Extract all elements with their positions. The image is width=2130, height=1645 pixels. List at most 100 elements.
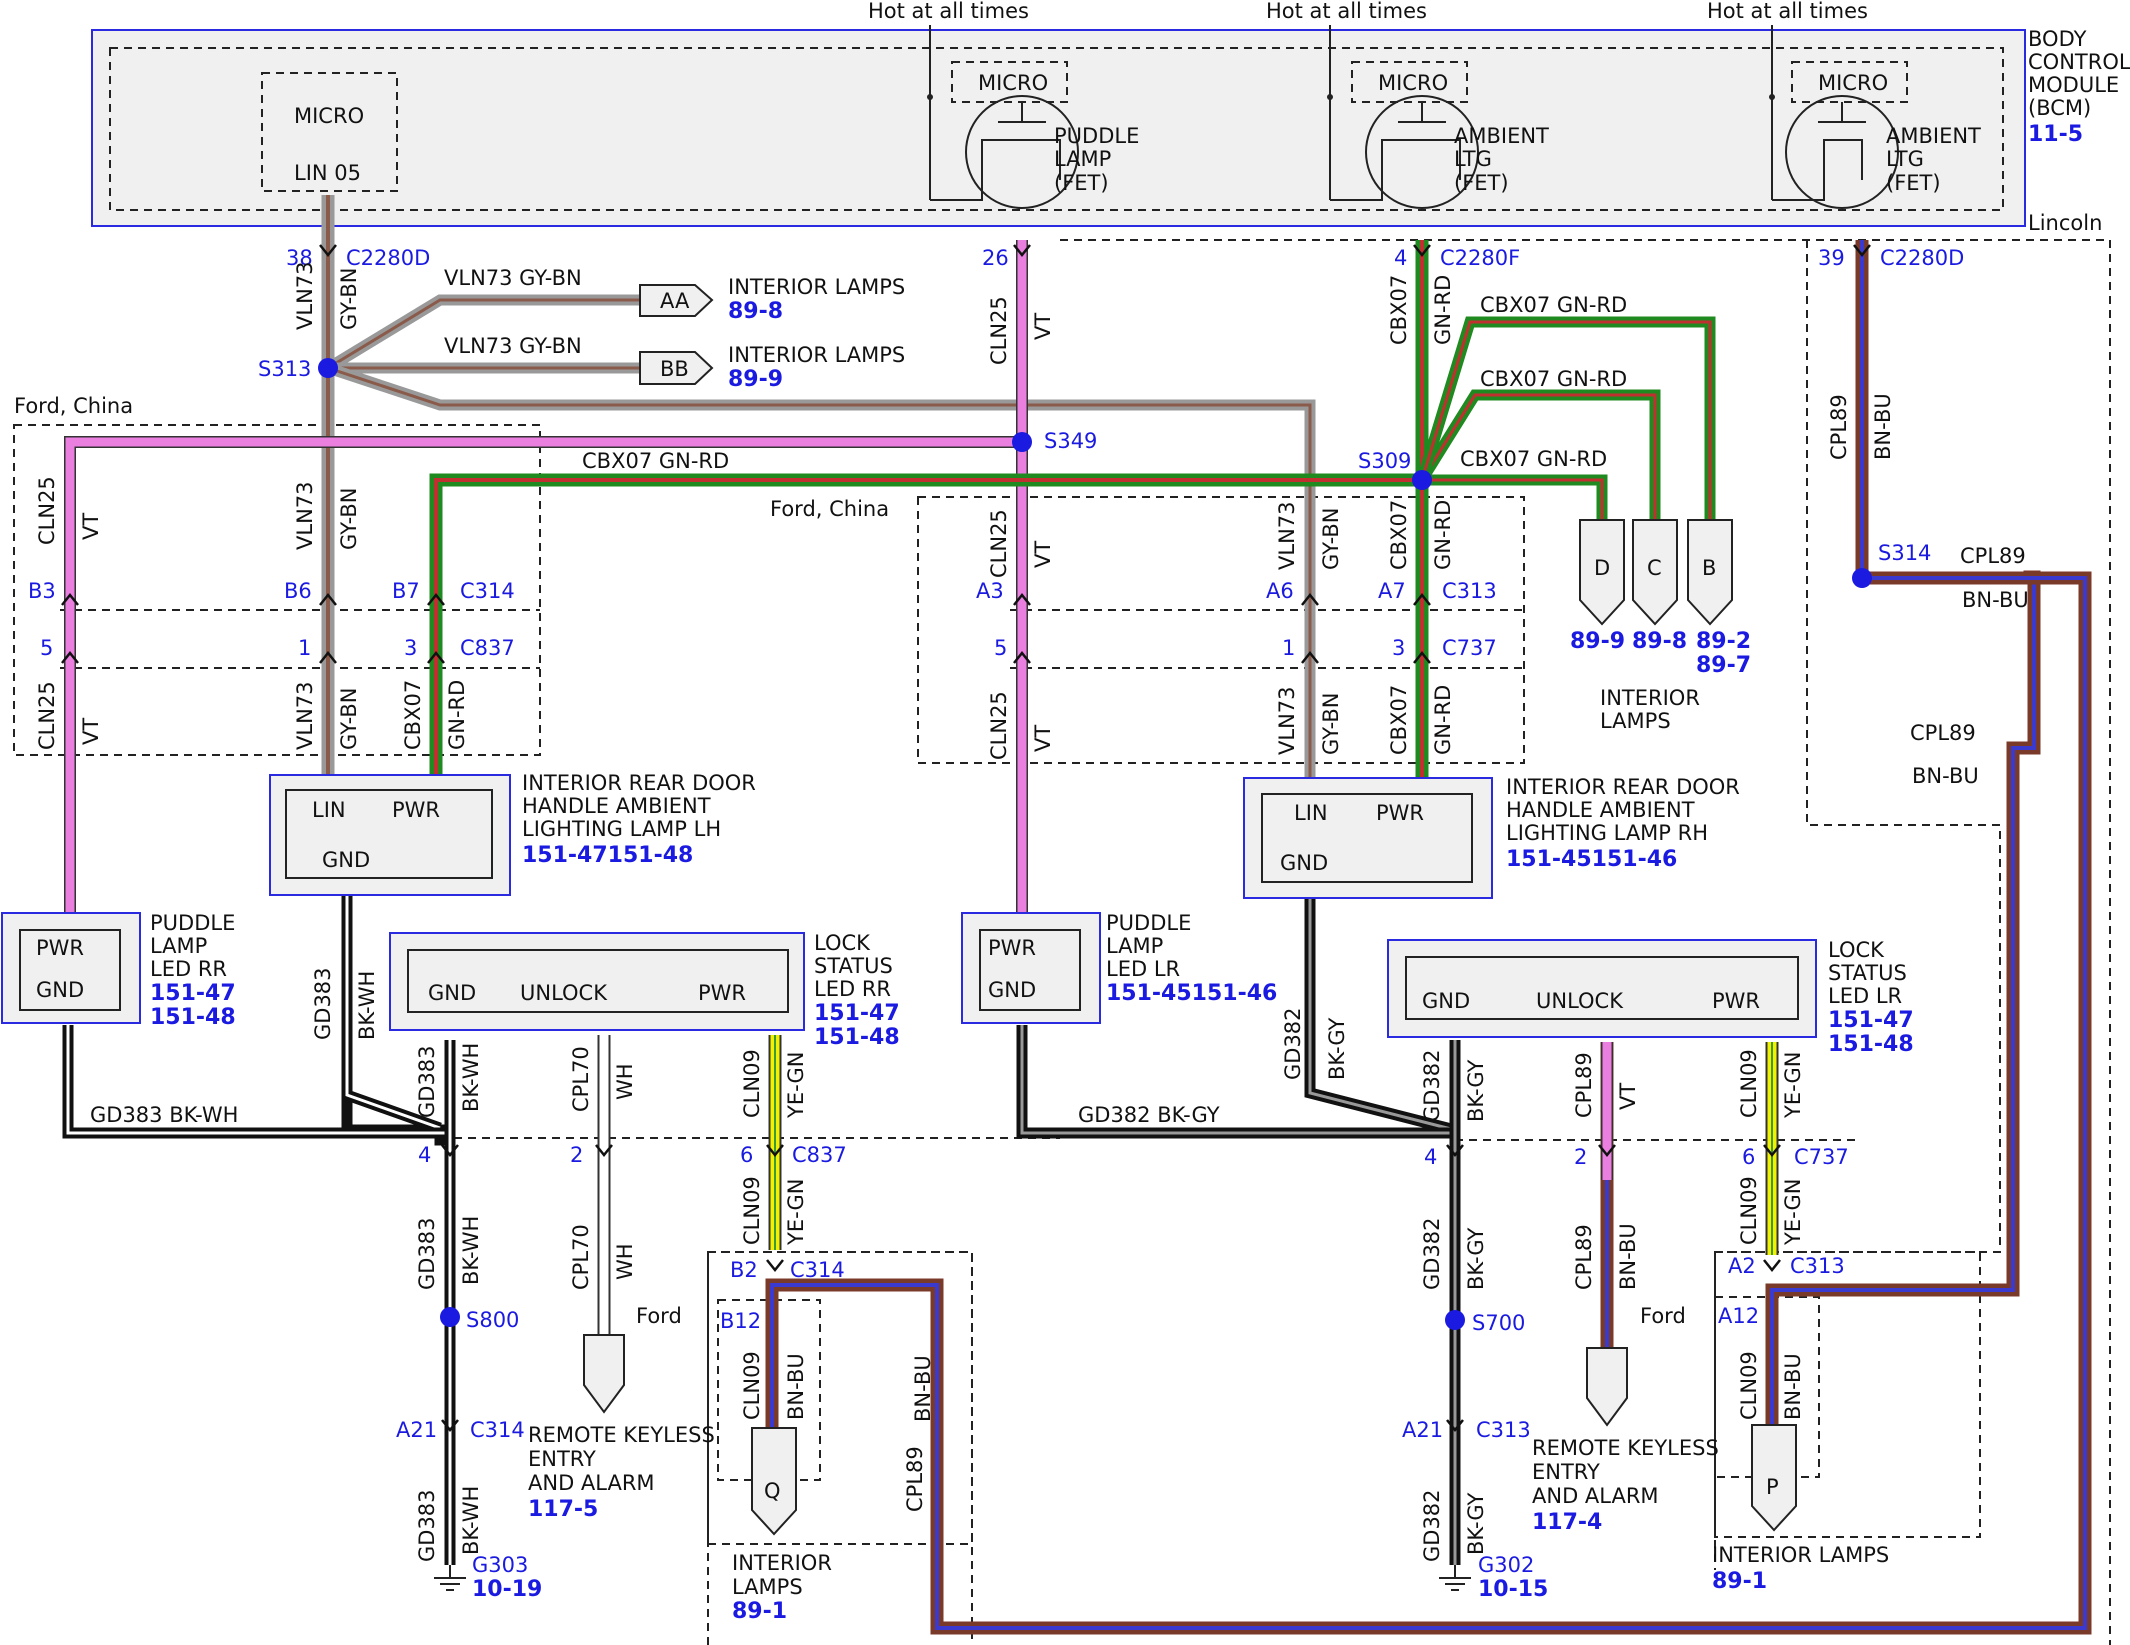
- c2280d-label-1: C2280D: [346, 246, 430, 270]
- c314-label-top: C314: [460, 579, 515, 603]
- lock-lr-l2: STATUS: [1828, 961, 1907, 985]
- g303-name: G303: [472, 1553, 528, 1577]
- puddle-lr-ref: 151-45151-46: [1106, 981, 1277, 1006]
- lbl-cbx07-l: CBX07: [401, 680, 425, 750]
- lbl-gd383-b: GD383: [415, 1045, 439, 1118]
- lbl-vt-l2: VT: [79, 718, 103, 745]
- lock-lr-pwr: PWR: [1712, 989, 1760, 1013]
- lbl-vt-r1: VT: [1031, 313, 1055, 340]
- rke-left-shape[interactable]: [583, 1334, 625, 1414]
- offpage-d-letter: D: [1594, 556, 1610, 580]
- puddle-lr-l3: LED LR: [1106, 957, 1180, 981]
- rear-door-lamp-rh[interactable]: LIN PWR GND INTERIOR REAR DOOR HANDLE AM…: [1243, 775, 1740, 899]
- rear-rh-ref: 151-45151-46: [1506, 847, 1677, 872]
- pin-a6: A6: [1266, 579, 1294, 603]
- rke-left[interactable]: REMOTE KEYLESS ENTRY AND ALARM 117-5: [528, 1334, 715, 1522]
- offpage-aa-label: INTERIOR LAMPS: [728, 275, 905, 299]
- rear-rh-gnd: GND: [1280, 851, 1328, 875]
- rke-right[interactable]: REMOTE KEYLESS ENTRY AND ALARM 117-4: [1532, 1347, 1719, 1535]
- c837-label-top: C837: [460, 636, 515, 660]
- lbl-cln25-r3: CLN25: [987, 691, 1011, 760]
- offpage-b[interactable]: B 89-2 89-7: [1687, 519, 1751, 678]
- puddle-lr-gnd: GND: [988, 978, 1036, 1002]
- lbl-gnrd-r1: GN-RD: [1431, 275, 1455, 345]
- rear-rh-l3: LIGHTING LAMP RH: [1506, 821, 1708, 845]
- splice-s349[interactable]: [1012, 432, 1032, 452]
- pin-a3: A3: [976, 579, 1004, 603]
- rke-right-shape[interactable]: [1586, 1347, 1628, 1427]
- lock-status-led-lr[interactable]: GND UNLOCK PWR LOCK STATUS LED LR 151-47…: [1387, 938, 1914, 1057]
- fet1-l2: LAMP: [1054, 147, 1111, 171]
- pin-39: 39: [1818, 246, 1845, 270]
- lbl-cpl89-h1: CPL89: [1960, 544, 2026, 568]
- lbl-gd383-h: GD383 BK-WH: [90, 1103, 238, 1127]
- c2280f-label: C2280F: [1440, 246, 1520, 270]
- lbl-vln73-low: VLN73: [293, 682, 317, 751]
- lbl-gnrd-r3: GN-RD: [1431, 685, 1455, 755]
- pin-5-l: 5: [40, 636, 53, 660]
- splice-s800[interactable]: [440, 1307, 460, 1327]
- bcm-ref: 11-5: [2028, 122, 2083, 147]
- lbl-cln25-r2: CLN25: [987, 509, 1011, 578]
- offpage-q[interactable]: Q INTERIOR LAMPS 89-1: [732, 1427, 832, 1624]
- rear-door-lamp-lh[interactable]: LIN PWR GND INTERIOR REAR DOOR HANDLE AM…: [269, 771, 756, 896]
- lbl-bnbu-d: BN-BU: [911, 1355, 935, 1422]
- s800-label: S800: [466, 1308, 519, 1332]
- splice-s314[interactable]: [1852, 568, 1872, 588]
- lock-rr-l1: LOCK: [814, 931, 871, 955]
- lock-rr-ref2: 151-48: [814, 1025, 900, 1050]
- rear-lh-l1: INTERIOR REAR DOOR: [522, 771, 756, 795]
- pin-1-r: 1: [1282, 636, 1295, 660]
- rke-left-l2: ENTRY: [528, 1447, 596, 1471]
- lbl-cpl70-a: CPL70: [569, 1046, 593, 1112]
- lock-status-led-rr[interactable]: GND UNLOCK PWR LOCK STATUS LED RR 151-47…: [389, 931, 900, 1050]
- hot-label-3: Hot at all times: [1707, 0, 1868, 23]
- lbl-gybn-r2: GY-BN: [1319, 692, 1343, 755]
- lbl-bkgy-c: BK-GY: [1464, 1227, 1488, 1290]
- offpage-c[interactable]: C 89-8: [1632, 519, 1687, 654]
- lbl-cln25-l1: CLN25: [35, 476, 59, 545]
- offpage-p-letter: P: [1766, 1475, 1779, 1499]
- puddle-rr-gnd: GND: [36, 978, 84, 1002]
- lbl-bkgy-b: BK-GY: [1464, 1059, 1488, 1122]
- pin-b7: B7: [392, 579, 420, 603]
- offpage-b-ref1: 89-2: [1696, 629, 1751, 654]
- pin-4: 4: [1394, 246, 1407, 270]
- pin-3-r: 3: [1392, 636, 1405, 660]
- cpl89-right-a: [1765, 240, 2041, 1425]
- ford-china-label-right: Ford, China: [770, 497, 889, 521]
- lbl-bnbu-h2: BN-BU: [1912, 764, 1979, 788]
- pin-b12: B12: [720, 1309, 761, 1333]
- interior-lamps-l2: LAMPS: [1600, 709, 1671, 733]
- lbl-yegn-e: YE-GN: [1781, 1052, 1805, 1119]
- offpage-p[interactable]: P INTERIOR LAMPS 89-1: [1712, 1424, 1889, 1594]
- puddle-lamp-lr[interactable]: PWR GND PUDDLE LAMP LED LR 151-45151-46: [961, 911, 1277, 1024]
- lbl-gybn-low: GY-BN: [337, 687, 361, 750]
- fet1-l1: PUDDLE: [1054, 124, 1139, 148]
- puddle-lamp-rr[interactable]: PWR GND PUDDLE LAMP LED RR 151-47 151-48: [1, 911, 236, 1030]
- splice-s309[interactable]: [1412, 470, 1432, 490]
- offpage-bb-letter: BB: [660, 357, 689, 381]
- offpage-b-ref2: 89-7: [1696, 653, 1751, 678]
- offpage-d[interactable]: D 89-9: [1570, 519, 1625, 654]
- bcm-name-2: CONTROL: [2028, 50, 2130, 74]
- lbl-bnbu-r1: BN-BU: [1871, 393, 1895, 460]
- lbl-gd383-c: GD383: [415, 1217, 439, 1290]
- lbl-cpl89-e: CPL89: [1572, 1052, 1596, 1118]
- splice-s700[interactable]: [1445, 1310, 1465, 1330]
- lbl-cln09-e: CLN09: [1737, 1049, 1761, 1118]
- lbl-cln09-c: CLN09: [740, 1351, 764, 1420]
- splice-s313[interactable]: [318, 358, 338, 378]
- offpage-q-label1: INTERIOR: [732, 1551, 832, 1575]
- lbl-vln73-r2: VLN73: [1275, 687, 1299, 756]
- lbl-cpl89-r1: CPL89: [1827, 394, 1851, 460]
- rear-rh-l2: HANDLE AMBIENT: [1506, 798, 1695, 822]
- lbl-cln09-a: CLN09: [740, 1049, 764, 1118]
- offpage-bb[interactable]: BB INTERIOR LAMPS 89-9: [639, 343, 905, 392]
- lbl-cpl89-d: CPL89: [903, 1446, 927, 1512]
- lincoln-label: Lincoln: [2028, 211, 2102, 235]
- micro-label-1: MICRO: [978, 71, 1048, 95]
- pin-2-low-r: 2: [1574, 1145, 1587, 1169]
- lbl-vt-l1: VT: [79, 513, 103, 540]
- offpage-aa[interactable]: AA INTERIOR LAMPS 89-8: [639, 275, 905, 324]
